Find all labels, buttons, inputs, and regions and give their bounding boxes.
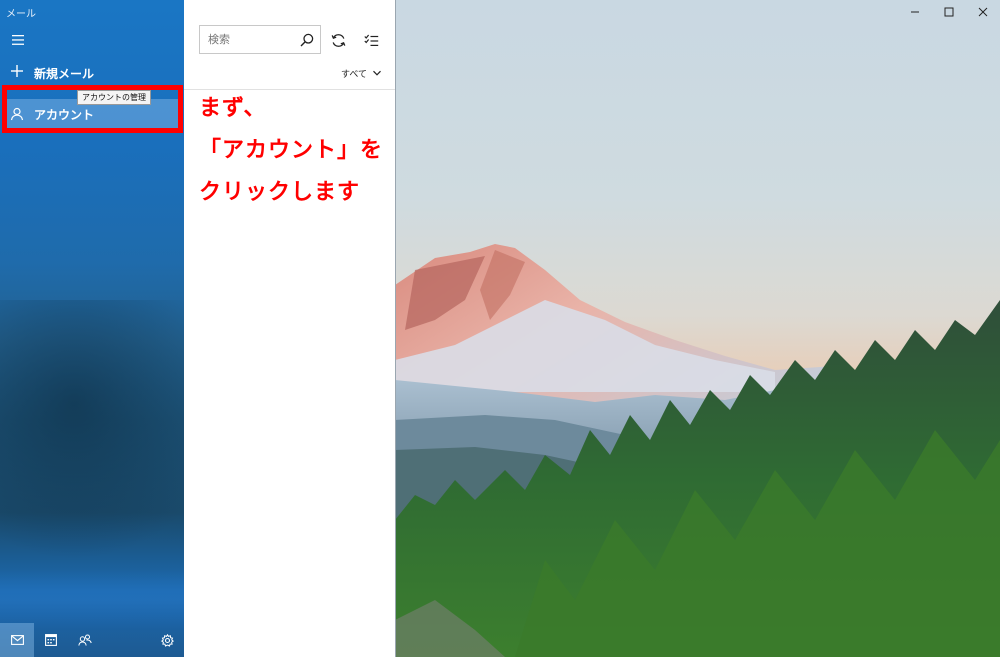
close-icon	[978, 7, 988, 17]
people-icon	[78, 634, 92, 646]
filter-dropdown[interactable]: すべて	[341, 65, 382, 81]
app-title: メール	[6, 9, 36, 20]
mail-switch-button[interactable]	[0, 623, 34, 657]
search-button[interactable]	[294, 27, 320, 53]
hamburger-menu-button[interactable]	[8, 30, 28, 50]
gear-icon	[160, 633, 174, 647]
pane-divider	[395, 0, 396, 657]
person-icon	[10, 107, 24, 121]
selection-mode-button[interactable]	[360, 29, 382, 51]
plus-icon	[8, 64, 26, 82]
instruction-line-1: まず、	[199, 96, 267, 121]
reading-pane-background	[395, 0, 1000, 657]
instruction-line-3: クリックします	[199, 180, 361, 205]
sync-button[interactable]	[327, 29, 349, 51]
minimize-icon	[911, 11, 919, 13]
calendar-switch-button[interactable]	[34, 623, 68, 657]
bottom-app-switcher	[0, 623, 184, 657]
window-controls	[898, 0, 1000, 24]
maximize-icon	[944, 7, 954, 17]
chevron-down-icon	[373, 70, 381, 76]
search-input[interactable]	[200, 26, 294, 53]
mail-icon	[10, 635, 24, 645]
new-mail-label: 新規メール	[34, 66, 95, 81]
new-mail-button[interactable]: 新規メール	[8, 62, 94, 84]
accounts-tooltip: アカウントの管理	[77, 90, 151, 105]
accounts-label: アカウント	[34, 107, 95, 122]
hamburger-icon	[12, 35, 24, 45]
maximize-button[interactable]	[932, 0, 966, 24]
checklist-icon	[363, 34, 378, 46]
minimize-button[interactable]	[898, 0, 932, 24]
message-list-pane: すべて まず、 「アカウント」を クリックします	[184, 0, 395, 657]
filter-label: すべて	[341, 69, 368, 80]
mountain-landscape-image	[395, 244, 1000, 657]
instruction-line-2: 「アカウント」を	[199, 138, 384, 163]
close-button[interactable]	[966, 0, 1000, 24]
instruction-annotation: まず、 「アカウント」を クリックします	[199, 88, 389, 214]
people-switch-button[interactable]	[68, 623, 102, 657]
settings-button[interactable]	[150, 623, 184, 657]
sync-icon	[331, 33, 345, 47]
search-icon	[300, 33, 314, 46]
calendar-icon	[45, 634, 57, 646]
search-box	[199, 25, 321, 54]
